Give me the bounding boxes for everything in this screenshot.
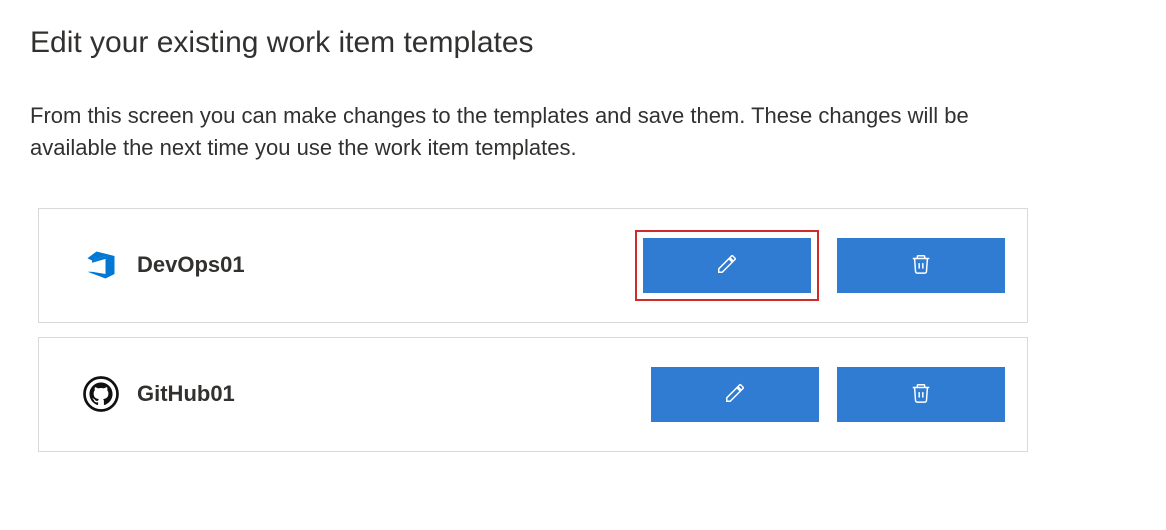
edit-button[interactable] xyxy=(643,238,811,293)
template-row: DevOps01 xyxy=(38,208,1028,323)
azure-devops-icon xyxy=(83,247,119,283)
edit-icon xyxy=(716,253,738,278)
delete-button[interactable] xyxy=(837,238,1005,293)
trash-icon xyxy=(910,253,932,278)
edit-highlight-frame xyxy=(635,230,819,301)
edit-icon xyxy=(724,382,746,407)
delete-button[interactable] xyxy=(837,367,1005,422)
page-title: Edit your existing work item templates xyxy=(30,26,1136,60)
template-row: GitHub01 xyxy=(38,337,1028,452)
template-name-label: GitHub01 xyxy=(137,381,651,407)
github-icon xyxy=(83,376,119,412)
template-list: DevOps01 xyxy=(30,208,1136,452)
action-group xyxy=(651,367,1005,422)
page-description: From this screen you can make changes to… xyxy=(30,100,1030,164)
trash-icon xyxy=(910,382,932,407)
action-group xyxy=(635,230,1005,301)
edit-button[interactable] xyxy=(651,367,819,422)
template-name-label: DevOps01 xyxy=(137,252,635,278)
